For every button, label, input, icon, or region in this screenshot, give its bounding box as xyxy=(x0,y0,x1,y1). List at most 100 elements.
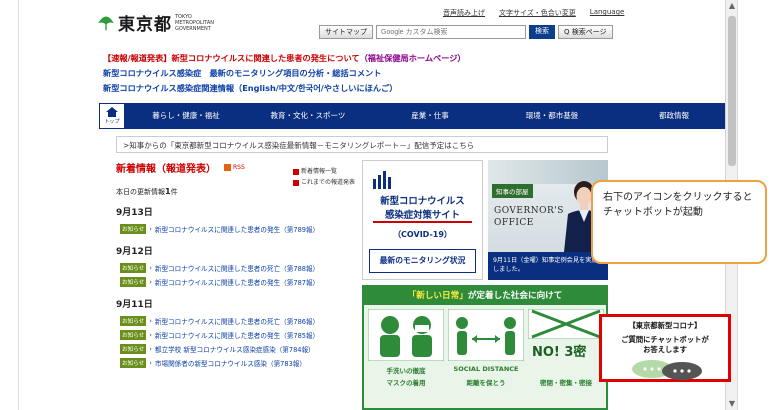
notice-text: 新型コロナウイルスに関連した患者の発生について xyxy=(171,53,360,63)
list-item[interactable]: お知らせ › 新型コロナウイルスに関連した患者の発生（第789報） xyxy=(116,222,358,236)
new-normal-banner[interactable]: 「新しい日常」が定着した社会に向けて 手洗いの徹底 マスクの着用 SOCIAL … xyxy=(362,285,608,410)
list-item[interactable]: お知らせ › 都立学校 新型コロナウイルス感染症感染（第784報） xyxy=(116,342,358,356)
news-title: 新着情報（報道発表） xyxy=(116,164,216,175)
news-link[interactable]: 新型コロナウイルスに関連した患者の死亡（第786報） xyxy=(155,316,319,326)
notice-line-1[interactable]: 【速報/報道発表】新型コロナウイルスに関連した患者の発生について（福祉保健局ホー… xyxy=(103,51,466,66)
site-logo[interactable]: 東京都 TOKYO METROPOLITAN GOVERNMENT xyxy=(97,10,231,35)
chatbot-message-2: お答えします xyxy=(643,345,687,354)
governor-caption: 9月11日（金曜）知事定例会見を実施しました。 xyxy=(488,252,608,280)
square-bullet-icon xyxy=(293,168,299,175)
nav-item-government[interactable]: 都政情報 xyxy=(613,103,735,129)
news-link[interactable]: 新型コロナウイルスに関連した患者の死亡（第788報） xyxy=(155,263,319,273)
governor-title-2: OFFICE xyxy=(494,218,534,228)
divider xyxy=(373,221,472,223)
notice-line-3[interactable]: 新型コロナウイルス感染症関連情報（English/中文/한국어/やさしいにほんご… xyxy=(103,81,466,96)
list-item[interactable]: お知らせ › 新型コロナウイルスに関連した患者の死亡（第788報） xyxy=(116,261,358,275)
news-tag: お知らせ xyxy=(120,316,147,326)
news-tag: お知らせ xyxy=(120,358,147,368)
search-page-button[interactable]: Q 検索ページ xyxy=(558,25,613,39)
covid-line-1: 新型コロナウイルス xyxy=(380,196,465,207)
chatbot-message-1: ご質問にチャットボットが xyxy=(621,335,709,344)
arrow-right-icon: › xyxy=(149,264,152,272)
update-prefix: 本日の更新情報 xyxy=(116,188,165,196)
bar-chart-icon xyxy=(373,171,391,189)
label-keep-distance: 距離を保とう xyxy=(466,379,506,387)
link-news-list-label: 新着情報一覧 xyxy=(301,168,338,175)
nav-home[interactable]: トップ xyxy=(99,103,125,129)
chatbot-title: 【東京都新型コロナ】 xyxy=(628,321,702,330)
governor-tag: 知事の部屋 xyxy=(492,184,533,198)
news-link[interactable]: 新型コロナウイルスに関連した患者の発生（第789報） xyxy=(155,224,319,234)
update-suffix: 件 xyxy=(170,188,178,196)
search-button[interactable]: 検索 xyxy=(529,25,555,39)
governor-title-1: GOVERNOR'S xyxy=(494,206,564,216)
news-date: 9月11日 xyxy=(116,300,153,310)
list-item[interactable]: お知らせ › 市場関係者の新型コロナウイルス感染（第783報） xyxy=(116,356,358,370)
covid-line-3: （COVID-19） xyxy=(393,230,452,239)
label-social-distance: SOCIAL DISTANCE xyxy=(453,365,519,373)
nav-item-industry[interactable]: 産業・仕事 xyxy=(369,103,491,129)
covid-site-banner[interactable]: 新型コロナウイルス 感染症対策サイト （COVID-19） 最新のモニタリング状… xyxy=(362,160,483,280)
scroll-up-icon[interactable]: ▲ xyxy=(726,0,738,12)
chatbot-message: ご質問にチャットボットが お答えします xyxy=(602,335,728,355)
scroll-down-icon[interactable]: ▼ xyxy=(726,398,738,410)
list-item[interactable]: お知らせ › 新型コロナウイルスに関連した患者の発生（第785報） xyxy=(116,328,358,342)
urgent-notices: 【速報/報道発表】新型コロナウイルスに関連した患者の発生について（福祉保健局ホー… xyxy=(103,51,466,96)
notice-link[interactable]: （福祉保健局ホームページ） xyxy=(360,53,466,63)
announcement-link[interactable]: >知事からの「東京都新型コロナウイルス感染症最新情報－モニタリングレポート－」配… xyxy=(116,136,608,153)
rss-icon xyxy=(224,164,231,171)
nav-home-label: トップ xyxy=(104,119,120,125)
social-distance-icon xyxy=(448,309,524,361)
news-link[interactable]: 新型コロナウイルスに関連した患者の発生（第787報） xyxy=(155,277,319,287)
label-handwash: 手洗いの徹底 xyxy=(386,367,426,375)
chatbot-banner[interactable]: 【東京都新型コロナ】 ご質問にチャットボットが お答えします xyxy=(599,314,731,382)
new-normal-title-2: が定着した社会に向けて xyxy=(467,291,563,301)
arrow-right-icon: › xyxy=(149,317,152,325)
news-tag: お知らせ xyxy=(120,277,147,287)
link-language[interactable]: Language xyxy=(590,8,625,18)
label-3c: 密閉・密集・密接 xyxy=(540,379,592,387)
search-bar: サイトマップ 検索 Q 検索ページ xyxy=(319,25,613,39)
news-link[interactable]: 新型コロナウイルスに関連した患者の発生（第785報） xyxy=(155,330,319,340)
news-tag: お知らせ xyxy=(120,224,147,234)
scroll-thumb[interactable] xyxy=(728,16,736,166)
new-normal-title: 「新しい日常」が定着した社会に向けて xyxy=(364,287,606,305)
no-3c-icon xyxy=(528,309,604,339)
nav-item-environment[interactable]: 環境・都市基盤 xyxy=(491,103,613,129)
list-item[interactable]: お知らせ › 新型コロナウイルスに関連した患者の発生（第787報） xyxy=(116,275,358,289)
chat-bubble-icon xyxy=(632,360,702,380)
list-item[interactable]: お知らせ › 新型コロナウイルスに関連した患者の死亡（第786報） xyxy=(116,314,358,328)
update-count: 本日の更新情報1件 xyxy=(116,187,358,197)
rss-link[interactable]: RSS xyxy=(224,164,245,171)
label-mask: マスクの着用 xyxy=(386,379,426,387)
logo-name: 東京都 xyxy=(118,15,172,35)
nav-item-living[interactable]: 暮らし・健康・福祉 xyxy=(125,103,247,129)
new-normal-title-1: 「新しい日常」 xyxy=(407,291,468,301)
link-news-list[interactable]: 新着情報一覧 xyxy=(293,166,355,177)
sitemap-button[interactable]: サイトマップ xyxy=(319,25,373,39)
notice-line-2[interactable]: 新型コロナウイルス感染症 最新のモニタリング項目の分析・総括コメント xyxy=(103,66,466,81)
annotation-callout: 右下のアイコンをクリックするとチャットボットが起動 xyxy=(591,180,767,264)
no-3c-label: NO! 3密 xyxy=(532,345,587,360)
rss-label: RSS xyxy=(233,164,245,171)
search-input[interactable] xyxy=(376,25,526,39)
news-link[interactable]: 都立学校 新型コロナウイルス感染症感染（第784報） xyxy=(155,344,315,354)
news-tag: お知らせ xyxy=(120,263,147,273)
news-tag: お知らせ xyxy=(120,344,147,354)
square-bullet-icon xyxy=(293,179,299,186)
handwash-mask-icon xyxy=(368,309,444,361)
link-past-releases[interactable]: これまでの報道発表 xyxy=(293,177,355,188)
monitoring-link[interactable]: 最新のモニタリング状況 xyxy=(369,249,476,273)
notice-prefix: 【速報/報道発表】 xyxy=(103,53,172,63)
arrow-right-icon: › xyxy=(149,278,152,286)
link-font-size[interactable]: 文字サイズ・色合い変更 xyxy=(499,8,576,18)
link-read-aloud[interactable]: 音声読み上げ xyxy=(443,8,485,18)
news-date: 9月13日 xyxy=(116,208,153,218)
governor-title: GOVERNOR'S OFFICE xyxy=(494,205,564,229)
home-icon xyxy=(106,107,118,117)
link-past-releases-label: これまでの報道発表 xyxy=(301,179,356,186)
governor-office-banner[interactable]: 知事の部屋 GOVERNOR'S OFFICE 9月11日（金曜）知事定例会見を… xyxy=(488,160,608,280)
nav-item-education[interactable]: 教育・文化・スポーツ xyxy=(247,103,369,129)
news-date: 9月12日 xyxy=(116,247,153,257)
news-link[interactable]: 市場関係者の新型コロナウイルス感染（第783報） xyxy=(155,358,306,368)
